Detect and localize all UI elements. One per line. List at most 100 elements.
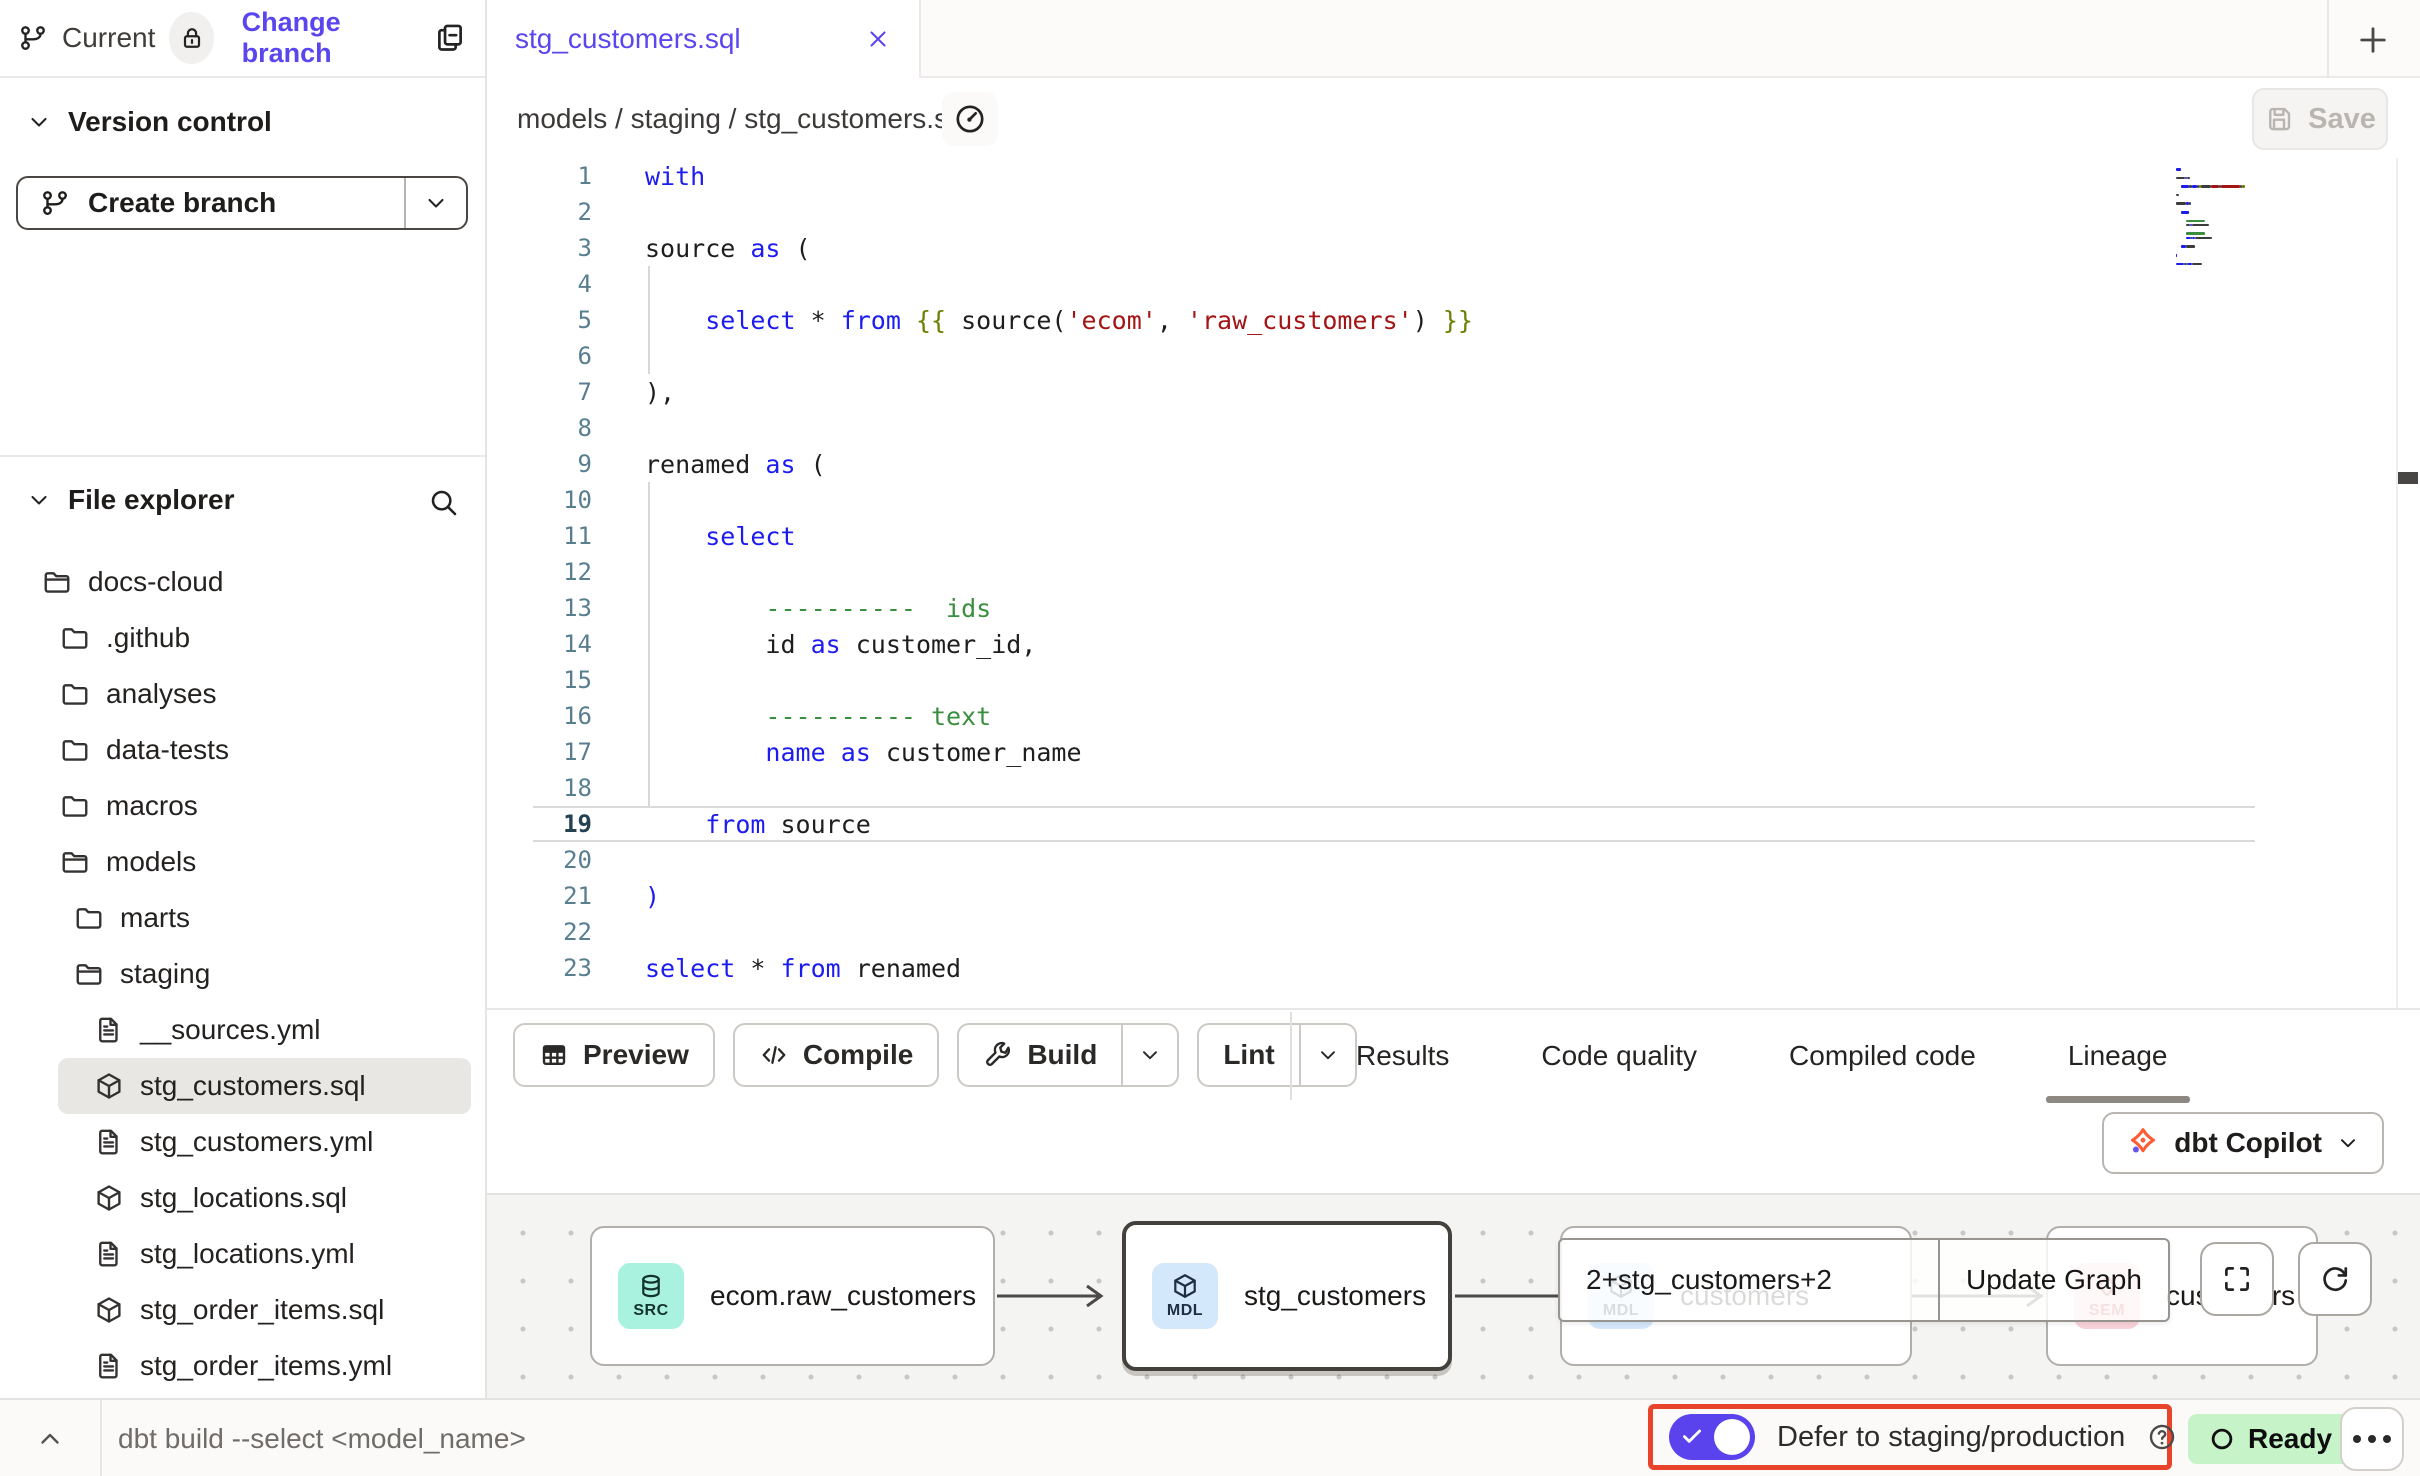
breadcrumb: models / staging / stg_customers.sql bbox=[517, 80, 970, 158]
status-bar: dbt build --select <model_name> Defer to… bbox=[0, 1398, 2420, 1476]
code-line-13: 13 ---------- ids bbox=[487, 590, 2420, 626]
toggle-knob bbox=[1714, 1419, 1750, 1455]
cube-icon bbox=[94, 1295, 124, 1325]
more-options-button[interactable] bbox=[2340, 1407, 2404, 1471]
tree-item-stg-locations-sql[interactable]: stg_locations.sql bbox=[0, 1170, 485, 1226]
create-branch-dropdown[interactable] bbox=[404, 178, 466, 228]
cube-icon bbox=[94, 1071, 124, 1101]
compile-button[interactable]: Compile bbox=[733, 1023, 939, 1087]
command-input[interactable]: dbt build --select <model_name> bbox=[118, 1400, 526, 1476]
tree-item--github[interactable]: .github bbox=[0, 610, 485, 666]
refresh-button[interactable] bbox=[2298, 1242, 2372, 1316]
change-branch-link[interactable]: Change branch bbox=[242, 7, 409, 69]
file-icon bbox=[94, 1127, 124, 1157]
tree-item-stg-customers-yml[interactable]: stg_customers.yml bbox=[0, 1114, 485, 1170]
search-icon[interactable] bbox=[427, 486, 459, 518]
section-divider bbox=[0, 455, 485, 457]
db-icon bbox=[637, 1272, 665, 1300]
tree-item-stg-order-items-yml[interactable]: stg_order_items.yml bbox=[0, 1338, 485, 1394]
preview-button[interactable]: Preview bbox=[513, 1023, 715, 1087]
status-ring-icon bbox=[2208, 1425, 2236, 1453]
graph-selector-bar: 2+stg_customers+2 Update Graph bbox=[1558, 1238, 2170, 1322]
file-tree: docs-cloud.githubanalysesdata-testsmacro… bbox=[0, 554, 485, 1394]
create-branch-button[interactable]: Create branch bbox=[16, 176, 468, 230]
performance-gauge-button[interactable] bbox=[942, 92, 998, 146]
table-icon bbox=[539, 1040, 569, 1070]
tree-item-stg-order-items-sql[interactable]: stg_order_items.sql bbox=[0, 1282, 485, 1338]
code-line-5: 5 select * from {{ source('ecom', 'raw_c… bbox=[487, 302, 2420, 338]
code-line-9: 9renamed as ( bbox=[487, 446, 2420, 482]
version-control-header[interactable]: Version control bbox=[0, 96, 485, 148]
minimap[interactable] bbox=[2176, 168, 2386, 267]
code-line-6: 6 bbox=[487, 338, 2420, 374]
code-line-19: 19 from source bbox=[487, 806, 2420, 842]
tab-stg-customers-sql[interactable]: stg_customers.sql bbox=[487, 0, 921, 78]
defer-label: Defer to staging/production bbox=[1777, 1421, 2125, 1454]
folder-icon bbox=[74, 903, 104, 933]
lineage-panel[interactable]: SRCecom.raw_customersMDLstg_customersMDL… bbox=[487, 1193, 2420, 1398]
tree-item-analyses[interactable]: analyses bbox=[0, 666, 485, 722]
code-line-20: 20 bbox=[487, 842, 2420, 878]
tree-item-stg-customers-sql[interactable]: stg_customers.sql bbox=[58, 1058, 471, 1114]
status-label: Ready bbox=[2248, 1423, 2332, 1455]
cube-icon bbox=[94, 1183, 124, 1213]
expand-console-button[interactable] bbox=[14, 1414, 86, 1464]
tree-item-stg-locations-yml[interactable]: stg_locations.yml bbox=[0, 1226, 485, 1282]
tree-item-data-tests[interactable]: data-tests bbox=[0, 722, 485, 778]
update-graph-button[interactable]: Update Graph bbox=[1938, 1240, 2168, 1320]
code-line-2: 2 bbox=[487, 194, 2420, 230]
defer-toggle[interactable] bbox=[1669, 1414, 1755, 1460]
dbt-logo-icon bbox=[2126, 1126, 2160, 1160]
code-line-4: 4 bbox=[487, 266, 2420, 302]
tab-code-quality[interactable]: Code quality bbox=[1541, 1040, 1697, 1072]
plus-icon bbox=[2355, 22, 2391, 58]
code-editor[interactable]: 1with23source as (45 select * from {{ so… bbox=[487, 158, 2420, 1008]
lineage-node-stg-customers[interactable]: MDLstg_customers bbox=[1122, 1221, 1452, 1371]
folder-icon bbox=[60, 735, 90, 765]
git-branch-icon bbox=[40, 188, 70, 218]
tree-item-staging[interactable]: staging bbox=[0, 946, 485, 1002]
code-line-18: 18 bbox=[487, 770, 2420, 806]
current-branch-label: Current bbox=[62, 22, 155, 54]
tree-item-docs-cloud[interactable]: docs-cloud bbox=[0, 554, 485, 610]
file-icon bbox=[94, 1351, 124, 1381]
tree-item--sources-yml[interactable]: __sources.yml bbox=[0, 1002, 485, 1058]
new-tab-button[interactable] bbox=[2345, 12, 2401, 68]
lineage-node-ecom-raw-customers[interactable]: SRCecom.raw_customers bbox=[590, 1226, 995, 1366]
file-icon bbox=[94, 1015, 124, 1045]
tree-item-marts[interactable]: marts bbox=[0, 890, 485, 946]
tab-lineage[interactable]: Lineage bbox=[2068, 1040, 2168, 1072]
refresh-icon bbox=[2318, 1262, 2352, 1296]
editor-right-divider bbox=[2396, 158, 2398, 1008]
code-line-22: 22 bbox=[487, 914, 2420, 950]
git-branch-icon bbox=[18, 23, 48, 53]
branch-bar: Current Change branch bbox=[0, 0, 485, 78]
folder-open-icon bbox=[42, 567, 72, 597]
close-icon[interactable] bbox=[865, 26, 891, 52]
defer-highlight-box: Defer to staging/production bbox=[1648, 1404, 2172, 1470]
file-explorer-header[interactable]: File explorer bbox=[0, 474, 485, 526]
dbt-copilot-button[interactable]: dbt Copilot bbox=[2102, 1112, 2384, 1174]
build-dropdown[interactable] bbox=[1121, 1025, 1177, 1085]
tab-results[interactable]: Results bbox=[1356, 1040, 1449, 1072]
copy-icon[interactable] bbox=[433, 21, 467, 55]
cube-icon bbox=[1171, 1272, 1199, 1300]
scrollbar-thumb[interactable] bbox=[2398, 472, 2418, 484]
code-line-17: 17 name as customer_name bbox=[487, 734, 2420, 770]
tree-item-models[interactable]: models bbox=[0, 834, 485, 890]
save-label: Save bbox=[2308, 103, 2376, 136]
code-line-16: 16 ---------- text bbox=[487, 698, 2420, 734]
tab-compiled-code[interactable]: Compiled code bbox=[1789, 1040, 1976, 1072]
graph-selector-input[interactable]: 2+stg_customers+2 bbox=[1560, 1240, 1938, 1320]
build-button[interactable]: Build bbox=[957, 1023, 1179, 1087]
help-icon[interactable] bbox=[2147, 1422, 2177, 1452]
save-icon bbox=[2264, 104, 2294, 134]
code-line-14: 14 id as customer_id, bbox=[487, 626, 2420, 662]
save-button[interactable]: Save bbox=[2252, 88, 2388, 150]
sidebar: Current Change branch Version control Cr… bbox=[0, 0, 487, 1398]
tree-item-macros[interactable]: macros bbox=[0, 778, 485, 834]
dbt-copilot-label: dbt Copilot bbox=[2174, 1127, 2322, 1159]
code-line-11: 11 select bbox=[487, 518, 2420, 554]
code-line-15: 15 bbox=[487, 662, 2420, 698]
fullscreen-button[interactable] bbox=[2200, 1242, 2274, 1316]
